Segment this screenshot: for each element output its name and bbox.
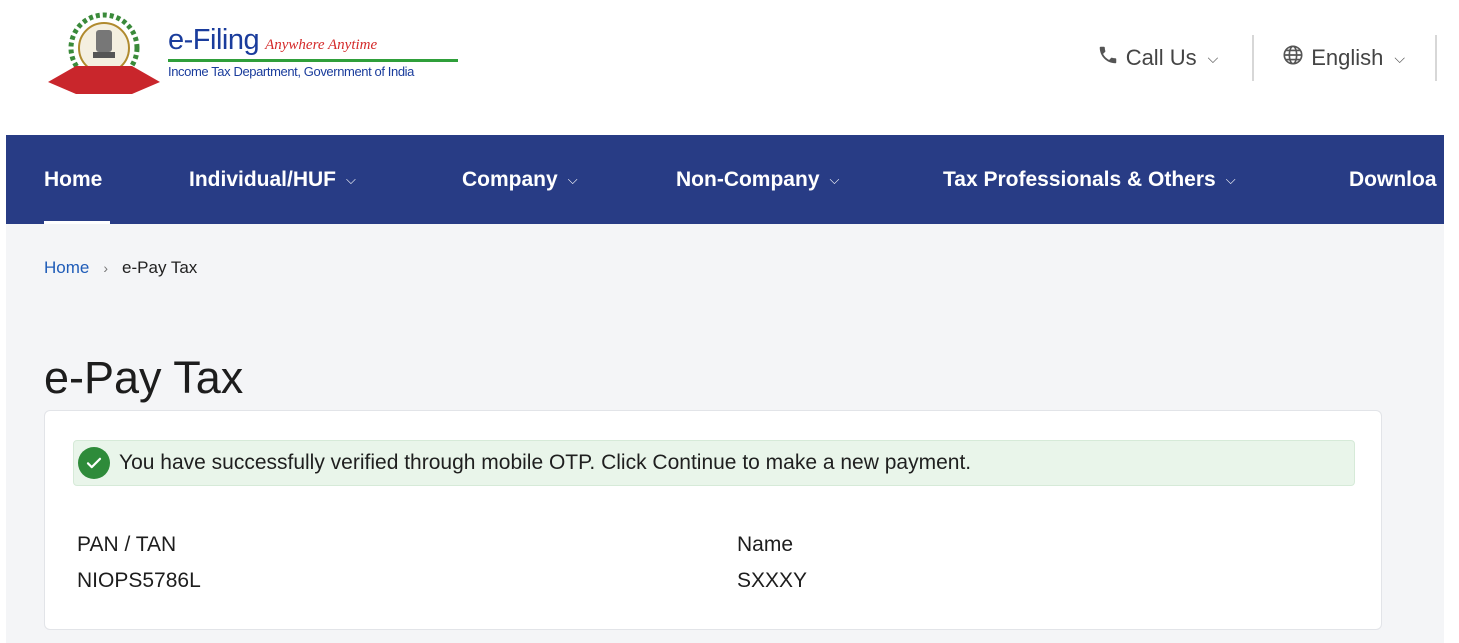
phone-icon — [1097, 44, 1119, 72]
name-value: SXXXY — [737, 569, 808, 592]
chevron-down-icon: ⌵ — [829, 171, 840, 187]
call-us-label: Call Us — [1125, 45, 1197, 70]
brand-tagline: Anywhere Anytime — [265, 37, 378, 53]
nav-item-tax-professionals[interactable]: Tax Professionals & Others ⌵ — [943, 135, 1236, 224]
name-field: Name SXXXY — [737, 533, 807, 593]
breadcrumb-home-link[interactable]: Home — [44, 258, 89, 278]
name-label: Name — [737, 533, 794, 556]
nav-item-company[interactable]: Company ⌵ — [462, 135, 578, 224]
breadcrumb: Home › e-Pay Tax — [44, 258, 197, 278]
header-divider — [1252, 35, 1255, 81]
nav-item-label: Company — [462, 167, 558, 191]
nav-item-label: Non-Company — [676, 167, 820, 191]
success-alert: You have successfully verified through m… — [73, 440, 1355, 486]
language-label: English — [1311, 45, 1384, 70]
call-us-button[interactable]: Call Us ⌵ — [1097, 44, 1219, 72]
main-content: Home › e-Pay Tax e-Pay Tax You have succ… — [6, 224, 1444, 643]
brand-name: e-Filing — [168, 24, 260, 56]
breadcrumb-current: e-Pay Tax — [122, 258, 198, 277]
chevron-down-icon: ⌵ — [1225, 171, 1236, 187]
check-circle-icon — [78, 447, 110, 479]
page-title: e-Pay Tax — [44, 352, 244, 403]
header-utilities: Call Us ⌵ English ⌵ — [1097, 35, 1459, 81]
language-selector[interactable]: English ⌵ — [1282, 44, 1405, 72]
nav-item-label: Individual/HUF — [189, 167, 336, 191]
nav-item-non-company[interactable]: Non-Company ⌵ — [676, 135, 839, 224]
pan-field: PAN / TAN NIOPS5786L — [77, 533, 201, 593]
header-divider — [1435, 35, 1437, 81]
nav-item-label: Home — [44, 167, 103, 191]
pan-value: NIOPS5786L — [77, 569, 201, 592]
chevron-down-icon: ⌵ — [346, 171, 356, 187]
nav-item-individual-huf[interactable]: Individual/HUF ⌵ — [189, 135, 356, 224]
emblem-logo[interactable] — [46, 12, 162, 96]
nav-item-downloads[interactable]: Downloa — [1349, 135, 1437, 224]
main-nav: Home Individual/HUF ⌵ Company ⌵ Non-Comp… — [6, 135, 1444, 224]
brand-block[interactable]: e-Filing Anywhere Anytime Income Tax Dep… — [168, 24, 460, 79]
site-header: e-Filing Anywhere Anytime Income Tax Dep… — [0, 0, 1459, 135]
nav-item-home[interactable]: Home — [44, 135, 102, 224]
pan-label: PAN / TAN — [77, 533, 177, 556]
brand-department: Income Tax Department, Government of Ind… — [168, 64, 414, 79]
nav-item-label: Downloa — [1349, 167, 1437, 191]
alert-message: You have successfully verified through m… — [119, 451, 972, 474]
chevron-right-icon: › — [103, 260, 109, 276]
chevron-down-icon: ⌵ — [1394, 49, 1405, 66]
nav-item-label: Tax Professionals & Others — [943, 167, 1216, 191]
chevron-down-icon: ⌵ — [1207, 49, 1219, 66]
globe-icon — [1282, 44, 1304, 72]
payment-card: You have successfully verified through m… — [44, 410, 1382, 630]
brand-rule — [168, 59, 458, 62]
chevron-down-icon: ⌵ — [567, 171, 578, 187]
